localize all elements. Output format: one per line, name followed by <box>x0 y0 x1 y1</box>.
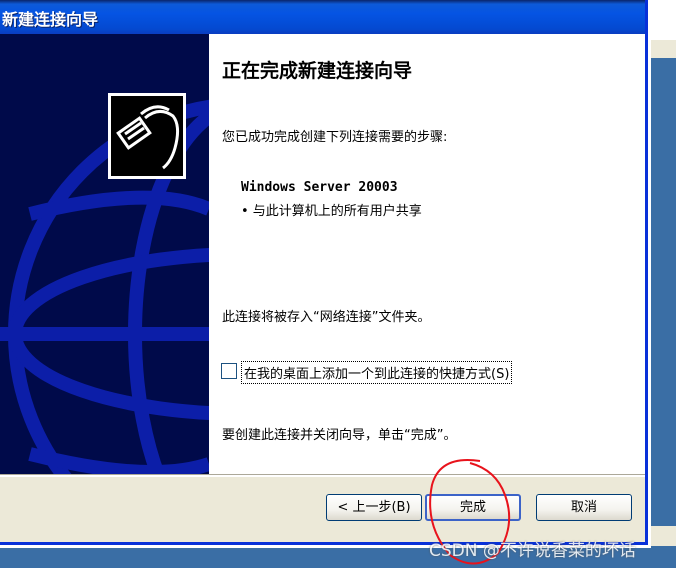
button-separator <box>0 474 645 477</box>
network-cable-icon <box>108 93 186 179</box>
page-title: 正在完成新建连接向导 <box>222 60 413 82</box>
intro-text: 您已成功完成创建下列连接需要的步骤: <box>222 130 448 145</box>
wizard-side-panel <box>0 34 209 474</box>
shortcut-checkbox-label[interactable]: 在我的桌面上添加一个到此连接的快捷方式(S) <box>241 361 513 384</box>
wizard-window: 新建连接向导 正在完成新建连接向导 您已成功完成创建下列连接需要的步骤: Win… <box>0 0 648 545</box>
save-location-note: 此连接将被存入“网络连接”文件夹。 <box>222 310 431 325</box>
connection-name: Windows Server 20003 <box>241 180 398 195</box>
background-window-edge <box>651 40 676 568</box>
background-tile <box>651 526 676 546</box>
csdn-watermark: CSDN @不许说香菜的坏话 <box>429 541 636 561</box>
wizard-content: 正在完成新建连接向导 您已成功完成创建下列连接需要的步骤: Windows Se… <box>209 34 645 474</box>
background-strip <box>651 40 676 58</box>
shortcut-checkbox[interactable] <box>221 363 237 379</box>
finish-instruction: 要创建此连接并关闭向导，单击“完成”。 <box>222 428 457 443</box>
share-bullet-item: • 与此计算机上的所有用户共享 <box>241 204 422 219</box>
title-bar[interactable]: 新建连接向导 <box>0 0 645 34</box>
back-button[interactable]: < 上一步(B) <box>326 494 422 521</box>
cancel-button[interactable]: 取消 <box>536 494 632 521</box>
window-title: 新建连接向导 <box>2 10 99 29</box>
